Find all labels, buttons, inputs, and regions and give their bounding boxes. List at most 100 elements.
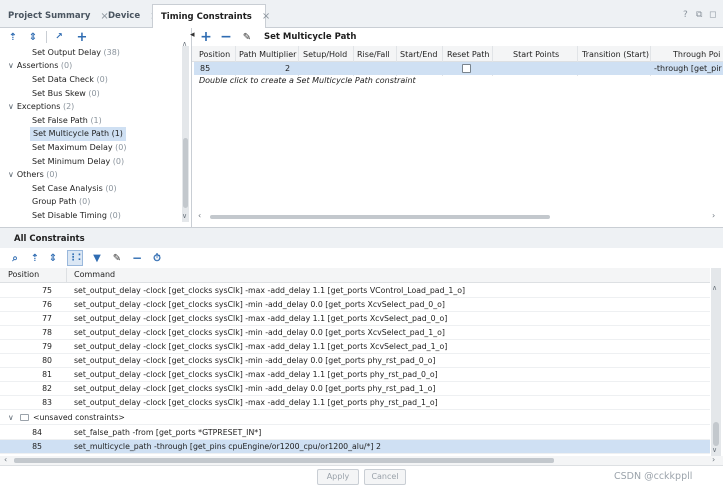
tree-item-set-false-path[interactable]: Set False Path (1) <box>32 114 102 128</box>
collapse-left-icon[interactable]: ◂ <box>190 30 195 40</box>
col-setup-hold[interactable]: Setup/Hold <box>303 48 347 62</box>
tree-item-set-case-analysis[interactable]: Set Case Analysis (0) <box>32 182 117 196</box>
edit-icon[interactable]: ✎ <box>110 251 124 265</box>
table-row[interactable]: 79 set_output_delay -clock [get_clocks sy… <box>0 340 710 354</box>
scroll-right-icon[interactable]: › <box>712 455 715 464</box>
tree-scrollbar-thumb[interactable] <box>183 138 188 208</box>
add-icon[interactable]: + <box>74 29 90 45</box>
scroll-up-icon[interactable]: ∧ <box>712 284 717 292</box>
scroll-up-icon[interactable]: ∧ <box>182 40 187 48</box>
reset-path-checkbox[interactable] <box>462 64 471 73</box>
edit-icon[interactable]: ✎ <box>240 30 254 44</box>
maximize-icon[interactable]: ◻ <box>709 10 716 20</box>
table-row[interactable]: 77 set_output_delay -clock [get_clocks sy… <box>0 312 710 326</box>
tree-group-exceptions[interactable]: ∨ Exceptions (2) <box>8 100 74 114</box>
grid-row[interactable] <box>194 62 723 75</box>
tree-item-set-minimum-delay[interactable]: Set Minimum Delay (0) <box>32 155 124 169</box>
tree-group-assertions[interactable]: ∨ Assertions (0) <box>8 59 72 73</box>
scroll-down-icon[interactable]: ∨ <box>712 446 717 454</box>
constraints-header: Position Command <box>0 268 710 283</box>
col-start-points[interactable]: Start Points <box>513 48 559 62</box>
grid-hscrollbar[interactable]: ‹ › <box>196 211 723 221</box>
col-through-points[interactable]: Through Poi <box>673 48 723 62</box>
col-start-end[interactable]: Start/End <box>400 48 437 62</box>
grid-hint: Double click to create a Set Multicycle … <box>199 76 416 85</box>
tab-device[interactable]: Device × <box>100 4 158 28</box>
tab-bar: Project Summary × Device × Timing Constr… <box>0 0 723 28</box>
collapse-all-icon[interactable]: ⇡ <box>28 251 42 265</box>
grid-toolbar: ◂ + − ✎ Set Multicycle Path <box>190 28 723 46</box>
table-row[interactable]: 83 set_output_delay -clock [get_clocks sy… <box>0 396 710 410</box>
goto-icon[interactable]: ↗ <box>52 30 66 44</box>
filter-icon[interactable]: ▼ <box>90 251 104 265</box>
grid-cell-multiplier[interactable]: 2 <box>285 62 290 75</box>
cancel-button[interactable]: Cancel <box>364 469 406 485</box>
col-rise-fall[interactable]: Rise/Fall <box>357 48 390 62</box>
expand-all-icon[interactable]: ⇕ <box>46 251 60 265</box>
folder-icon <box>20 414 29 421</box>
constraints-scrollbar-thumb[interactable] <box>713 422 719 446</box>
watermark: CSDN @cckkppll <box>614 471 693 482</box>
col-path-multiplier[interactable]: Path Multiplier <box>239 48 296 62</box>
help-icon[interactable]: ? <box>683 10 688 20</box>
constraints-toolbar: ⌕ ⇡ ⇕ ⋮⁚ ▼ ✎ − ⏱ <box>0 248 723 268</box>
tree-item-set-multicycle-path[interactable]: Set Multicycle Path (1) <box>30 127 126 141</box>
grid-cell-position[interactable]: 85 <box>200 62 210 75</box>
tree-item-set-disable-timing[interactable]: Set Disable Timing (0) <box>32 209 121 222</box>
col-divider <box>66 268 67 283</box>
chevron-down-icon: ∨ <box>8 61 14 70</box>
constraints-scrollbar[interactable] <box>711 268 721 456</box>
scroll-left-icon[interactable]: ‹ <box>4 455 7 464</box>
remove-constraint-button[interactable]: − <box>218 28 234 46</box>
group-by-file-icon[interactable]: ⋮⁚ <box>67 250 83 266</box>
tree-item-set-output-delay[interactable]: Set Output Delay (38) <box>32 46 120 60</box>
tree-scrollbar[interactable] <box>182 46 189 222</box>
tree-item-set-maximum-delay[interactable]: Set Maximum Delay (0) <box>32 141 126 155</box>
unsaved-group-label: <unsaved constraints> <box>33 413 125 422</box>
table-row[interactable]: 84 set_false_path -from [get_ports *GTPRE… <box>0 426 710 440</box>
tree-toolbar: ⇡ ⇕ ↗ + <box>0 28 182 46</box>
col-reset-path[interactable]: Reset Path <box>447 48 489 62</box>
tree-item-set-bus-skew[interactable]: Set Bus Skew (0) <box>32 87 100 101</box>
unsaved-group-row[interactable]: ∨ <unsaved constraints> <box>0 411 710 425</box>
grid-cell-through[interactable]: -through [get_pir <box>654 62 723 75</box>
col-command[interactable]: Command <box>74 270 115 279</box>
constraints-hscrollbar-thumb[interactable] <box>14 458 554 463</box>
chevron-down-icon: ∨ <box>8 170 14 179</box>
tab-project-summary[interactable]: Project Summary × <box>0 4 109 28</box>
table-row[interactable]: 82 set_output_delay -clock [get_clocks sy… <box>0 382 710 396</box>
all-constraints-header: All Constraints <box>0 228 723 248</box>
constraint-tree: Set Output Delay (38) ∨ Assertions (0) Se… <box>0 46 182 222</box>
search-icon[interactable]: ⌕ <box>8 251 22 265</box>
timer-icon[interactable]: ⏱ <box>150 251 164 265</box>
scroll-left-icon[interactable]: ‹ <box>198 211 201 220</box>
table-row[interactable]: 76 set_output_delay -clock [get_clocks sy… <box>0 298 710 312</box>
close-icon[interactable]: × <box>262 11 270 22</box>
tree-item-group-path[interactable]: Group Path (0) <box>32 195 90 209</box>
apply-button[interactable]: Apply <box>317 469 359 485</box>
scroll-down-icon[interactable]: ∨ <box>182 212 187 220</box>
toolbar-divider <box>46 31 47 43</box>
constraints-hscrollbar[interactable]: ‹ › <box>0 455 723 465</box>
table-row-selected[interactable]: 85 set_multicycle_path -through [get_pins… <box>0 440 710 454</box>
chevron-down-icon: ∨ <box>8 102 14 111</box>
col-position[interactable]: Position <box>8 270 39 279</box>
table-row[interactable]: 81 set_output_delay -clock [get_clocks sy… <box>0 368 710 382</box>
collapse-all-icon[interactable]: ⇡ <box>6 30 20 44</box>
tab-timing-constraints[interactable]: Timing Constraints × <box>152 4 270 28</box>
col-position[interactable]: Position <box>199 48 230 62</box>
add-constraint-button[interactable]: + <box>198 28 214 46</box>
chevron-down-icon: ∨ <box>8 413 14 422</box>
col-transition-start[interactable]: Transition (Start) <box>582 48 649 62</box>
table-row[interactable]: 75 set_output_delay -clock [get_clocks sy… <box>0 284 710 298</box>
table-row[interactable]: 78 set_output_delay -clock [get_clocks sy… <box>0 326 710 340</box>
expand-all-icon[interactable]: ⇕ <box>26 30 40 44</box>
remove-icon[interactable]: − <box>130 251 144 265</box>
grid-hscrollbar-thumb[interactable] <box>210 215 550 219</box>
tree-group-others[interactable]: ∨ Others (0) <box>8 168 58 182</box>
tree-item-set-data-check[interactable]: Set Data Check (0) <box>32 73 108 87</box>
restore-icon[interactable]: ⧉ <box>696 10 702 20</box>
table-row[interactable]: 80 set_output_delay -clock [get_clocks sy… <box>0 354 710 368</box>
scroll-right-icon[interactable]: › <box>712 211 715 220</box>
all-constraints-title: All Constraints <box>14 234 85 244</box>
